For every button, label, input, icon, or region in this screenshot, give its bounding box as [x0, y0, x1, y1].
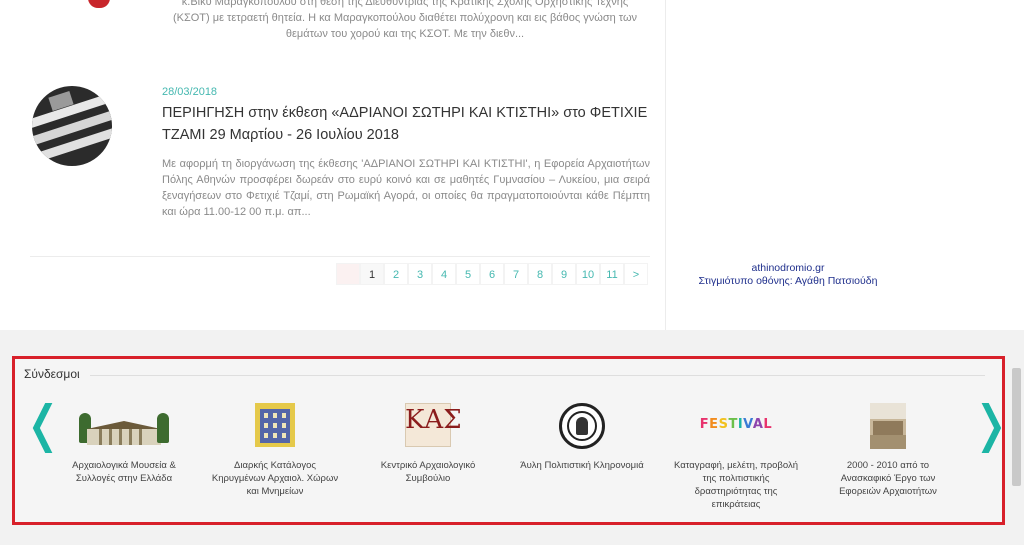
article-previous: κ.Βίκυ Μαραγκοπούλου στη θέση της Διευθύ… — [30, 0, 650, 60]
link-item-festival[interactable]: FESTIVAL Καταγραφή, μελέτη, προβολή της … — [671, 403, 801, 511]
link-item-catalog[interactable]: Διαρκής Κατάλογος Κηρυγμένων Αρχαιολ. Χώ… — [210, 403, 340, 498]
page-link-3[interactable]: 3 — [408, 263, 432, 285]
article-title-link[interactable]: ΠΕΡΙΗΓΗΣΗ στην έκθεση «ΑΔΡΙΑΝΟΙ ΣΩΤΗΡΙ Κ… — [162, 102, 650, 146]
pagination-prev — [336, 263, 360, 285]
article-date: 28/03/2018 — [162, 86, 218, 98]
pagination-next[interactable]: > — [624, 263, 648, 285]
page-link-5[interactable]: 5 — [456, 263, 480, 285]
page-link-1[interactable]: 1 — [360, 263, 384, 285]
link-label: Αρχαιολογικά Μουσεία & Συλλογές στην Ελλ… — [72, 460, 176, 484]
article-thumbnail[interactable] — [32, 86, 112, 166]
page-link-10[interactable]: 10 — [576, 263, 600, 285]
link-label: 2000 - 2010 από το Ανασκαφικό Έργο των Ε… — [839, 460, 937, 497]
page-link-2[interactable]: 2 — [384, 263, 408, 285]
page-link-4[interactable]: 4 — [432, 263, 456, 285]
link-label: Καταγραφή, μελέτη, προβολή της πολιτιστι… — [673, 460, 799, 510]
link-item-kas[interactable]: ΚΑΣ Κεντρικό Αρχαιολογικό Συμβούλιο — [363, 403, 493, 485]
link-label: Διαρκής Κατάλογος Κηρυγμένων Αρχαιολ. Χώ… — [211, 460, 339, 497]
kas-logo-icon: ΚΑΣ — [383, 403, 473, 449]
article-excerpt: Με αφορμή τη διοργάνωση της έκθεσης 'ΑΔΡ… — [162, 158, 650, 218]
caption-source: athinodromio.gr — [751, 262, 825, 274]
article-item: 28/03/2018 ΠΕΡΙΗΓΗΣΗ στην έκθεση «ΑΔΡΙΑΝ… — [30, 82, 650, 242]
festival-logo-text: FESTIVAL — [699, 417, 773, 432]
article-thumbnail[interactable] — [60, 0, 140, 12]
photo-logo-icon — [843, 403, 933, 449]
link-label: Κεντρικό Αρχαιολογικό Συμβούλιο — [380, 460, 476, 484]
page-link-11[interactable]: 11 — [600, 263, 624, 285]
kas-logo-text: ΚΑΣ — [405, 405, 462, 435]
page-link-6[interactable]: 6 — [480, 263, 504, 285]
seal-logo-icon — [537, 403, 627, 449]
museum-logo-icon — [79, 403, 169, 449]
article-excerpt: κ.Βίκυ Μαραγκοπούλου στη θέση της Διευθύ… — [172, 0, 638, 40]
page-link-9[interactable]: 9 — [552, 263, 576, 285]
heading-rule — [90, 375, 985, 376]
main-content: κ.Βίκυ Μαραγκοπούλου στη θέση της Διευθύ… — [0, 0, 666, 330]
pagination: 1 2 3 4 5 6 7 8 9 10 11 > — [336, 263, 648, 285]
page: κ.Βίκυ Μαραγκοπούλου στη θέση της Διευθύ… — [0, 0, 1024, 545]
carousel-prev-icon[interactable]: ❬ — [22, 399, 64, 449]
page-link-7[interactable]: 7 — [504, 263, 528, 285]
links-heading: Σύνδεσμοι — [24, 367, 80, 381]
link-item-excavations[interactable]: 2000 - 2010 από το Ανασκαφικό Έργο των Ε… — [823, 403, 953, 498]
link-label: Άυλη Πολιτιστική Κληρονομιά — [520, 460, 644, 471]
catalog-logo-icon — [230, 403, 320, 449]
screenshot-caption: athinodromio.gr Στιγμιότυπο οθόνης: Αγάθ… — [666, 262, 910, 288]
divider — [30, 256, 650, 257]
link-item-intangible[interactable]: Άυλη Πολιτιστική Κληρονομιά — [517, 403, 647, 472]
page-link-8[interactable]: 8 — [528, 263, 552, 285]
links-carousel: Σύνδεσμοι ❬ ❭ Αρχαιολογικά Μουσεία & Συλ… — [12, 356, 1012, 525]
link-item-museums[interactable]: Αρχαιολογικά Μουσεία & Συλλογές στην Ελλ… — [59, 403, 189, 485]
carousel-next-icon[interactable]: ❭ — [970, 399, 1012, 449]
festival-logo-icon: FESTIVAL — [691, 403, 781, 449]
page-scrollbar[interactable] — [1012, 368, 1021, 486]
caption-credit: Στιγμιότυπο οθόνης: Αγάθη Πατσιούδη — [698, 275, 878, 287]
